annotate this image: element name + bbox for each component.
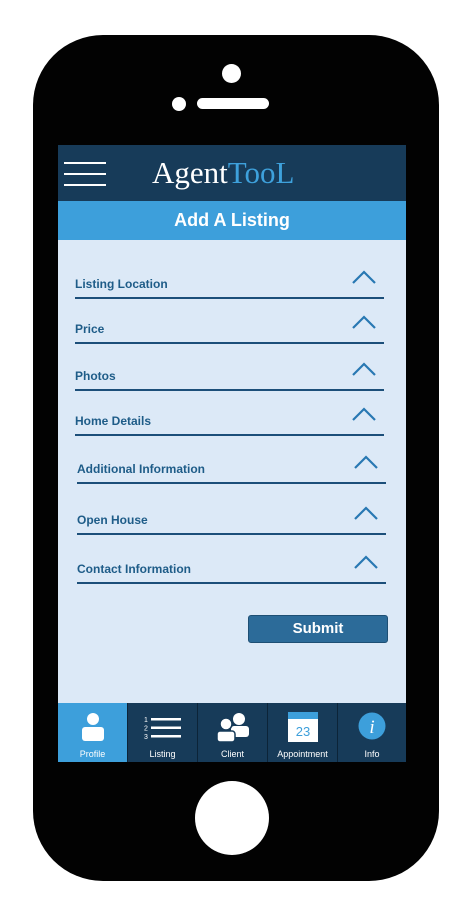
info-icon: i	[358, 712, 386, 740]
tab-client[interactable]: Client	[198, 703, 268, 762]
home-button[interactable]	[195, 781, 269, 855]
section-label: Additional Information	[77, 462, 205, 476]
section-divider	[75, 297, 384, 299]
app-screen: AgentTooL Add A Listing Listing Location…	[58, 145, 406, 762]
tab-label: Listing	[149, 749, 176, 759]
chevron-up-icon	[352, 407, 376, 421]
svg-text:1: 1	[144, 717, 148, 724]
chevron-up-icon	[352, 362, 376, 376]
section-divider	[77, 482, 386, 484]
section-divider	[77, 582, 386, 584]
section-divider	[75, 434, 384, 436]
app-logo: AgentTooL	[152, 155, 294, 191]
section-label: Price	[75, 322, 105, 336]
section-listing-location[interactable]: Listing Location	[75, 270, 384, 299]
calendar-icon: 23	[288, 712, 318, 742]
camera-icon	[222, 64, 241, 83]
section-label: Listing Location	[75, 277, 168, 291]
svg-text:i: i	[369, 717, 374, 738]
tab-label: Client	[220, 749, 244, 759]
app-header: AgentTooL	[58, 145, 406, 201]
logo-text-tool: TooL	[227, 155, 295, 190]
chevron-up-icon	[352, 315, 376, 329]
calendar-day-number: 23	[296, 724, 310, 739]
tab-label: Profile	[79, 749, 106, 759]
profile-icon	[82, 713, 104, 741]
section-home-details[interactable]: Home Details	[75, 407, 384, 436]
section-photos[interactable]: Photos	[75, 362, 384, 391]
svg-text:3: 3	[144, 734, 148, 741]
tab-label: Info	[364, 749, 380, 759]
page-title: Add A Listing	[58, 201, 406, 240]
svg-text:2: 2	[144, 726, 148, 733]
section-label: Open House	[77, 513, 148, 527]
sensor-icon	[172, 97, 186, 111]
section-open-house[interactable]: Open House	[77, 506, 386, 535]
section-divider	[75, 389, 384, 391]
chevron-up-icon	[354, 455, 378, 469]
submit-button[interactable]: Submit	[248, 615, 388, 643]
tab-profile[interactable]: Profile	[58, 703, 128, 762]
tab-appointment[interactable]: 23 Appointment	[268, 703, 338, 762]
section-label: Photos	[75, 369, 116, 383]
chevron-up-icon	[354, 555, 378, 569]
section-additional-information[interactable]: Additional Information	[77, 455, 386, 484]
section-contact-information[interactable]: Contact Information	[77, 555, 386, 584]
clients-icon	[216, 713, 249, 742]
tab-listing[interactable]: 1 2 3 Listing	[128, 703, 198, 762]
tab-label: Appointment	[277, 749, 328, 759]
hamburger-menu-icon[interactable]	[64, 162, 106, 186]
section-label: Home Details	[75, 414, 152, 428]
section-label: Contact Information	[77, 562, 191, 576]
list-icon: 1 2 3	[144, 717, 181, 741]
chevron-up-icon	[352, 270, 376, 284]
speaker-icon	[197, 98, 269, 109]
section-price[interactable]: Price	[75, 315, 384, 344]
logo-text-agent: Agent	[152, 155, 228, 190]
bottom-tab-bar: Profile 1 2 3 Listing Client 23 Appointm…	[58, 703, 406, 762]
tab-info[interactable]: i Info	[338, 703, 406, 762]
chevron-up-icon	[354, 506, 378, 520]
section-divider	[77, 533, 386, 535]
section-divider	[75, 342, 384, 344]
